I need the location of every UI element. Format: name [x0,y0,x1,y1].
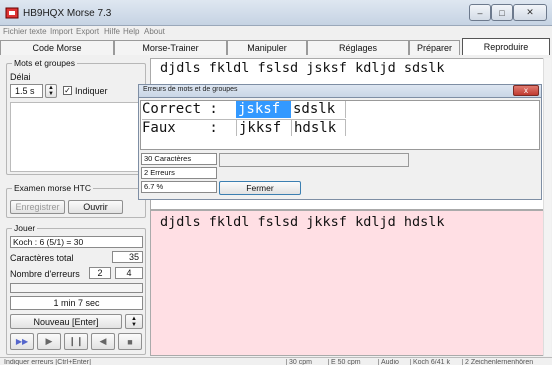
status-ecpm: E 50 cpm [328,359,374,365]
maximize-button[interactable]: □ [491,4,513,21]
pause-button[interactable]: ❙❙ [64,333,88,350]
fermer-button[interactable]: Fermer [219,181,301,195]
erreurs-label: Nombre d'erreurs [10,269,80,279]
tab-preparer[interactable]: Préparer [409,40,460,55]
menu-hilfe[interactable]: Hilfe [104,27,120,36]
minimize-button[interactable]: – [469,4,491,21]
faux-word-2: hdslk [291,119,346,136]
window-title: HB9HQX Morse 7.3 [23,8,112,19]
group-examen-label: Examen morse HTC [12,183,93,193]
spin-down-icon: ▼ [48,91,54,97]
play-all-button[interactable]: ▶▶ [10,333,34,350]
koch-display: Koch : 6 (5/1) = 30 [10,236,143,248]
tab-reproduire[interactable]: Reproduire [462,38,550,55]
menu-import[interactable]: Import [50,27,73,36]
menu-help[interactable]: Help [123,27,139,36]
delai-label: Délai [10,72,31,82]
delai-spinner[interactable]: ▲ ▼ [45,84,57,98]
pause-icon: ❙❙ [68,336,84,346]
correct-label: Correct : [142,101,218,117]
tab-reglages[interactable]: Réglages [307,40,409,55]
correct-word-2: sdslk [291,101,346,118]
group-mots-groupes-label: Mots et groupes [12,58,77,68]
progress-bar [10,283,143,293]
status-audio: Audio [378,359,408,365]
correct-word-1: jsksf [236,101,291,118]
erreurs-input-a[interactable]: 2 [89,267,111,279]
tab-morse-trainer[interactable]: Morse-Trainer [114,40,227,55]
caracteres-input[interactable]: 35 [112,251,143,263]
tab-bar: Code Morse Morse-Trainer Manipuler Régla… [0,38,552,55]
delai-input[interactable]: 1.5 s [10,84,43,98]
stats-progress-bar [219,153,409,167]
dialog-close-button[interactable]: x [513,85,539,96]
mots-list-box[interactable] [10,102,140,172]
stat-caracteres: 30 Caractères [141,153,217,165]
expected-text: djdls fkldl fslsd jsksf kdljd sdslk [160,60,445,76]
maximize-icon: □ [499,7,505,18]
enregistrer-button[interactable]: Enregistrer [10,200,65,214]
tab-manipuler[interactable]: Manipuler [227,40,307,55]
back-button[interactable]: ◀ [91,333,115,350]
stop-button[interactable]: ■ [118,333,142,350]
minimize-icon: – [477,7,483,18]
menu-bar: Fichier texte Import Export Hilfe Help A… [0,27,552,38]
typed-text: djdls fkldl fslsd jkksf kdljd hdslk [160,214,445,230]
stat-percent: 6.7 % [141,181,217,193]
back-icon: ◀ [99,336,107,346]
erreurs-input-b[interactable]: 4 [115,267,143,279]
indiquer-label: Indiquer [75,86,108,96]
play-all-icon: ▶▶ [15,337,29,346]
status-cpm: 30 cpm [286,359,326,365]
typed-scrollbar[interactable] [543,210,551,356]
group-jouer-label: Jouer [12,223,38,233]
status-hint: Indiquer erreurs [Ctrl+Enter] [4,359,91,365]
play-icon: ▶ [45,336,53,346]
spin-down-icon: ▼ [131,321,137,328]
status-koch: Koch 6/41 k [410,359,460,365]
elapsed-time: 1 min 7 sec [10,296,143,310]
close-icon: x [524,86,528,95]
typed-text-area[interactable] [150,210,551,356]
menu-about[interactable]: About [144,27,165,36]
stop-icon: ■ [127,336,133,347]
nouveau-spinner[interactable]: ▲ ▼ [125,314,143,329]
menu-fichier-texte[interactable]: Fichier texte [3,27,47,36]
ouvrir-button[interactable]: Ouvrir [68,200,123,214]
expected-scrollbar[interactable] [543,58,551,210]
nouveau-button[interactable]: Nouveau [Enter] [10,314,122,329]
dialog-title: Erreurs de mots et de groupes [143,86,238,93]
stat-erreurs: 2 Erreurs [141,167,217,179]
play-button[interactable]: ▶ [37,333,61,350]
close-window-button[interactable]: ✕ [513,4,547,21]
close-icon: ✕ [526,7,534,17]
faux-label: Faux : [142,119,236,136]
tab-code-morse[interactable]: Code Morse [0,40,114,55]
faux-word-1: jkksf [236,119,291,136]
app-icon [5,7,19,19]
menu-export[interactable]: Export [76,27,99,36]
caracteres-label: Caractères total [10,253,74,263]
indiquer-checkbox[interactable]: ✓ [63,86,72,95]
status-zeichen: 2 Zeichenlernenhören [462,359,552,365]
